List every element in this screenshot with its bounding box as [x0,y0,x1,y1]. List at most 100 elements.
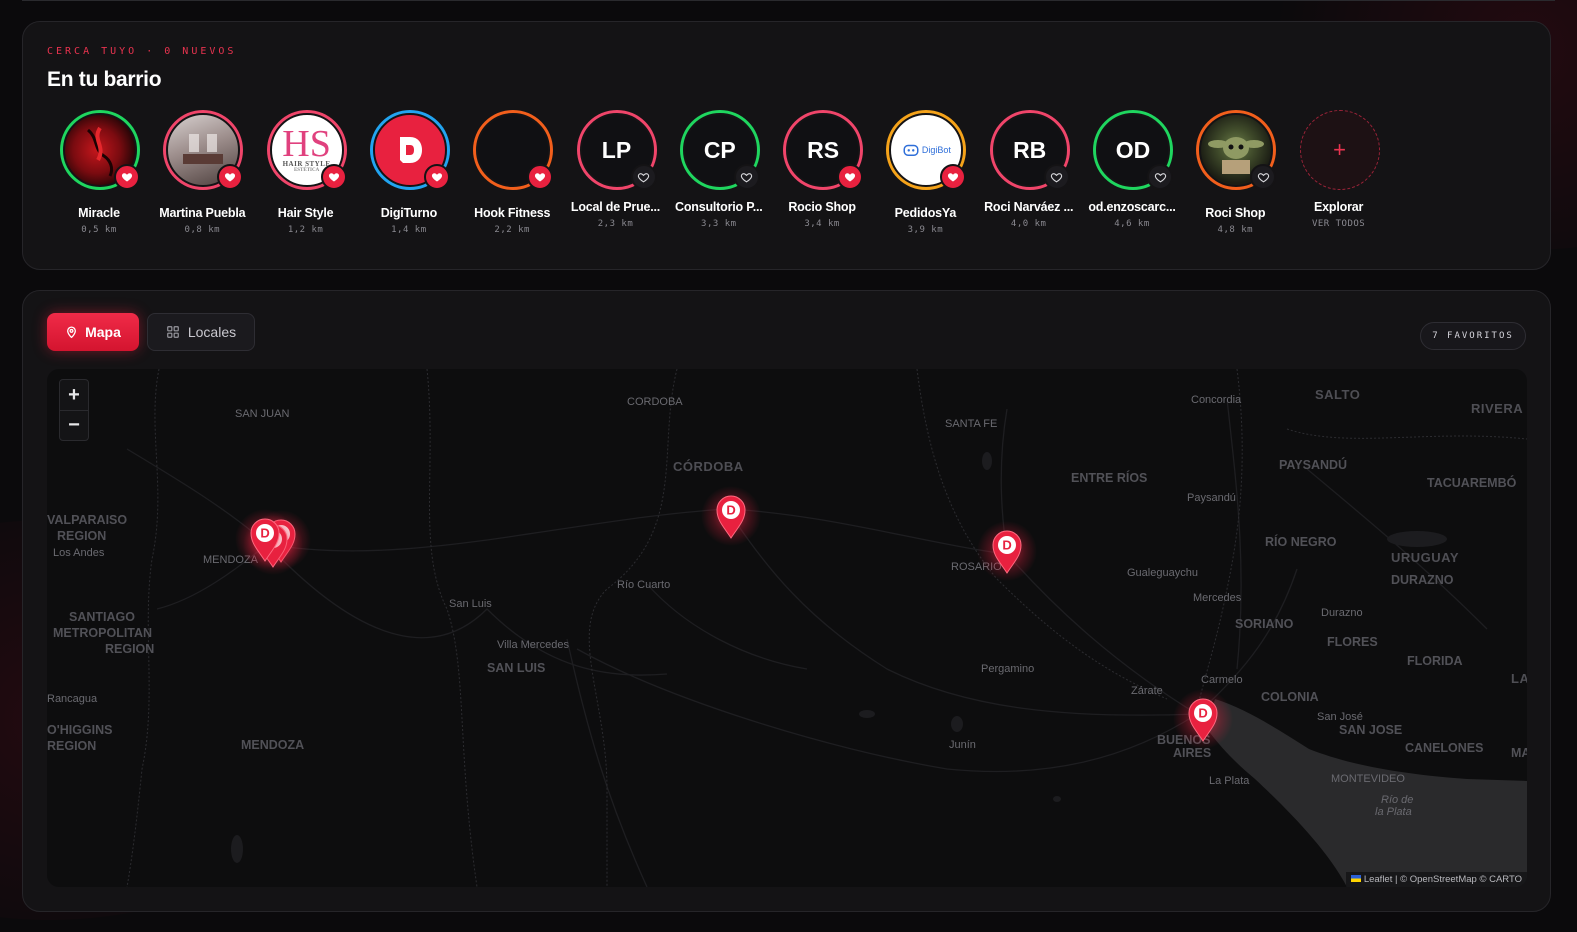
heart-filled-icon[interactable] [527,164,554,190]
map-place-label: SAN JUAN [235,408,289,420]
map-place-label: Los Andes [53,547,105,559]
map-attribution[interactable]: Leaflet | © OpenStreetMap © CARTO [1345,872,1527,887]
map-view-button[interactable]: Mapa [47,313,139,351]
map-place-label: RIVERA [1471,401,1523,416]
heart-filled-icon[interactable] [940,164,967,190]
explore-item[interactable]: + Explorar VER TODOS [1287,110,1391,250]
map-place-label: Río Cuarto [617,579,670,591]
heart-outline-icon[interactable] [1250,164,1277,190]
pin-glyph: D [260,526,269,541]
stories-row: Miracle 0,5 km Martina Puebla 0,8 km HS HAIR … [47,110,1447,250]
heart-filled-icon[interactable] [114,164,140,190]
map-place-label: San Luis [449,598,492,610]
story-distance: 0,5 km [81,225,117,235]
heart-filled-icon[interactable] [217,164,244,190]
favorites-count-badge: 7 FAVORITOS [1420,322,1526,350]
map-place-label: METROPOLITAN [53,626,152,640]
story-item[interactable]: HS HAIR STYLE ESTÉTICA Hair Style 1,2 km [254,110,358,250]
map-place-label: la Plata [1375,806,1412,818]
pin-glyph: D [726,503,735,518]
story-item[interactable]: OD od.enzoscarc... 4,6 km [1080,110,1184,250]
story-name: Hair Style [277,206,334,220]
map-place-label: TACUAREMBÓ [1427,475,1517,490]
story-item[interactable]: CP Consultorio P... 3,3 km [667,110,771,250]
story-item[interactable]: RS Rocio Shop 3,4 km [770,110,874,250]
heart-outline-icon[interactable] [1043,164,1070,190]
zoom-control: + − [59,379,89,441]
story-distance: 3,9 km [907,225,944,235]
story-distance: 4,0 km [1010,219,1047,229]
map-place-label: REGION [57,529,106,543]
story-distance: 0,8 km [184,225,221,235]
story-name: Roci Shop [1205,206,1266,220]
map-place-label: SANTIAGO [69,610,135,624]
map-place-label: SAN LUIS [487,661,545,675]
map-place-label: SALTO [1315,387,1360,402]
nearby-title: En tu barrio [47,68,162,91]
heart-filled-icon[interactable] [837,164,864,190]
map-place-label: DURAZNO [1391,573,1454,587]
heart-filled-icon[interactable] [423,164,450,190]
story-name: PedidosYa [894,206,957,220]
story-item[interactable]: Hook Fitness 2,2 km [460,110,564,250]
story-item[interactable]: Roci Shop 4,8 km [1183,110,1287,250]
map-place-label: PAYSANDÚ [1279,457,1347,472]
explore-sublabel: VER TODOS [1311,219,1366,229]
map-place-label: RÍO NEGRO [1265,534,1337,549]
map-place-label: VALPARAISO [47,513,127,527]
map-place-label: CÓRDOBA [673,459,744,474]
story-item[interactable]: LP Local de Prue... 2,3 km [564,110,668,250]
nearby-card: CERCA TUYO · 0 NUEVOS En tu barrio Mirac… [22,21,1551,270]
location-pin[interactable]: D [1173,689,1233,749]
map-place-label: Mercedes [1193,592,1242,604]
location-pin[interactable]: D [235,509,295,569]
location-pin[interactable]: D [977,521,1037,581]
story-name: DigiTurno [380,206,438,220]
map-place-label: SORIANO [1235,617,1294,631]
map-place-label: REGION [47,739,96,753]
story-item[interactable]: Miracle 0,5 km [47,110,151,250]
digibot-logo-text: DigiBot [921,145,951,155]
map-place-label: MONTEVIDEO [1331,773,1405,785]
map-place-label: CORDOBA [627,396,683,408]
heart-outline-icon[interactable] [630,164,657,190]
map-place-label: FLORES [1327,635,1378,649]
map-place-label: San José [1317,711,1363,723]
story-name: Consultorio P... [675,200,763,214]
story-name: Local de Prue... [570,200,661,214]
map-place-label: Gualeguaychu [1127,567,1198,579]
location-pin[interactable]: D [701,486,761,546]
zoom-in-button[interactable]: + [60,380,88,410]
story-initials: CP [703,136,736,163]
map-place-label: Río de [1381,794,1413,806]
map-card: Mapa Locales 7 FAVORITOS SAN JUAN CORDOB… [22,290,1551,912]
map-place-label: Junín [949,739,976,751]
map-place-label: Pergamino [981,663,1034,675]
map-canvas[interactable]: SAN JUAN CORDOBA SANTA FE Concordia SALTO RIV… [47,369,1527,887]
map-place-label: FLORIDA [1407,654,1463,668]
story-name: od.enzoscarc... [1088,200,1176,214]
story-item[interactable]: DigiTurno 1,4 km [357,110,461,250]
story-item[interactable]: DigiBot PedidosYa 3,9 km [873,110,977,250]
hs-logo-subtitle: HAIR STYLE [282,159,331,168]
story-distance: 1,2 km [287,225,324,235]
heart-filled-icon[interactable] [320,164,347,190]
story-initials: RS [807,136,840,163]
locales-view-button[interactable]: Locales [147,313,255,351]
plus-icon: + [1299,110,1380,190]
pin-glyph: D [1198,706,1207,721]
story-item[interactable]: RB Roci Narváez ... 4,0 km [977,110,1081,250]
heart-outline-icon[interactable] [733,164,760,190]
map-place-label: Zárate [1131,685,1163,697]
story-item[interactable]: Martina Puebla 0,8 km [150,110,254,250]
story-name: Martina Puebla [159,206,246,220]
map-place-label: Paysandú [1187,492,1236,504]
map-place-label: ENTRE RÍOS [1071,470,1147,485]
zoom-out-button[interactable]: − [60,410,88,440]
map-place-label: REGION [105,642,154,656]
heart-outline-icon[interactable] [1147,164,1173,190]
ukraine-flag-icon [1350,875,1361,882]
explore-label: Explorar [1314,200,1364,214]
map-view-label: Mapa [85,324,121,340]
story-distance: 2,3 km [597,219,634,229]
